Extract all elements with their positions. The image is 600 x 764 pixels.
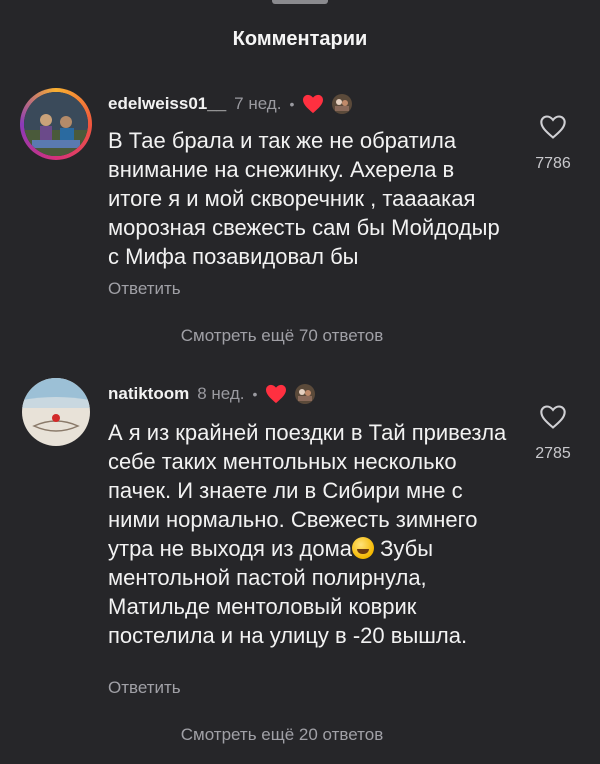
comment-text-part: А я из крайней поездки в Тай привезла се… xyxy=(108,420,507,561)
comment-text: В Тае брала и так же не обратила внимани… xyxy=(108,128,500,269)
avatar[interactable] xyxy=(24,92,88,156)
view-more-replies-button[interactable]: Смотреть ещё 70 ответов xyxy=(0,326,564,346)
comment-meta: edelweiss01__ 7 нед. • xyxy=(108,94,353,114)
comment-text: А я из крайней поездки в Тай привезла се… xyxy=(108,418,508,650)
laughing-emoji-icon xyxy=(351,537,374,559)
comment-meta: natiktoom 8 нед. • xyxy=(108,384,316,404)
username[interactable]: natiktoom xyxy=(108,384,189,404)
reply-button[interactable]: Ответить xyxy=(108,678,181,698)
avatar[interactable] xyxy=(22,378,90,446)
timestamp: 7 нед. xyxy=(234,94,282,113)
heart-icon xyxy=(302,94,324,114)
author-avatar-icon xyxy=(332,94,353,114)
page-title: Комментарии xyxy=(232,28,368,50)
timestamp: 8 нед. xyxy=(197,384,245,403)
reply-button[interactable]: Ответить xyxy=(108,279,181,299)
view-more-replies-button[interactable]: Смотреть ещё 20 ответов xyxy=(0,725,564,745)
username[interactable]: edelweiss01__ xyxy=(108,94,226,114)
heart-icon xyxy=(265,384,287,404)
drag-handle[interactable] xyxy=(272,0,328,4)
author-avatar-icon xyxy=(295,384,316,404)
like-control[interactable]: 7786 xyxy=(520,114,586,173)
separator-dot: • xyxy=(252,386,258,402)
separator-dot: • xyxy=(289,96,295,112)
like-count: 2785 xyxy=(535,445,571,462)
like-count: 7786 xyxy=(535,155,571,172)
like-heart-outline-icon[interactable] xyxy=(539,404,567,430)
like-control[interactable]: 2785 xyxy=(520,404,586,463)
like-heart-outline-icon[interactable] xyxy=(539,114,567,140)
